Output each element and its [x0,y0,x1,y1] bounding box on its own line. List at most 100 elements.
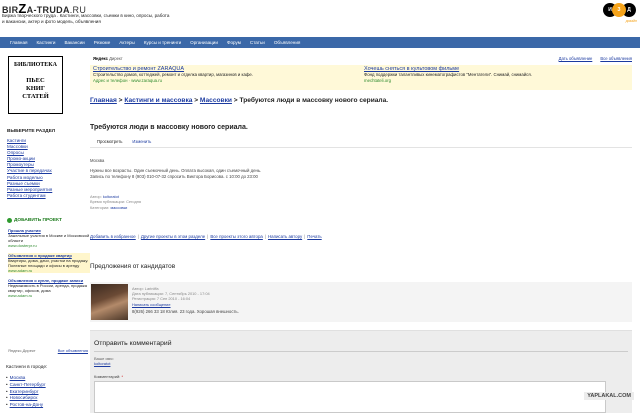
yandex-label: Яндекс Директ [93,56,123,64]
meta-author-link[interactable]: koltoratot [103,194,119,199]
tabs-divider [90,147,632,148]
main-content: Яндекс Директ Дать объявление Все объявл… [90,48,640,413]
tab-view[interactable]: Просмотреть [97,139,122,144]
yandex-text: Яндекс [93,56,108,61]
left-sidebar: БИБЛИОТЕКА ПЬЕС КНИГ СТАТЕЙ ВЫБЕРИТЕ РАЗ… [0,48,90,413]
site-header: BIRZA-TRUDA.RU Биржа творческого труда .… [0,0,640,37]
nav-item-organizations[interactable]: Организации [190,40,218,45]
sidebar-direct-row: Яндекс.Директ Все объявления [8,348,88,353]
ad-url: mechtateli.org [364,77,391,83]
breadcrumb-sep: > [192,97,200,104]
watermark: YAPLAKAL.COM [584,392,634,400]
library-line-4: СТАТЕЙ [22,93,49,100]
ad-text: Квартиры, дома, дачи, участки на продажу… [8,258,89,268]
meta-category-link[interactable]: массовки [110,205,127,210]
comment-label: Комментарий: * [94,374,123,379]
sidebar-item-students[interactable]: Работа студентам [7,193,52,199]
nav-item-actors[interactable]: Актеры [119,40,135,45]
city-link[interactable]: Екатеринбург [6,389,46,396]
nav-item-articles[interactable]: Статьи [250,40,265,45]
breadcrumb-category[interactable]: Кастинги и массовка [124,97,192,104]
main-navigation: Главная Кастинги Вакансии Резюме Актеры … [0,37,640,48]
city-list: Москва Санкт-Петербург Екатеринбург Ново… [6,375,46,409]
page-title: Требуются люди в массовку нового сериала… [90,124,248,131]
post-text-line: Запись по телефону 8 (903) 010-07-32 спр… [90,174,258,179]
add-favorite-link[interactable]: Добавить в избранное [90,234,136,239]
ad-url: www.adam.ru [8,268,33,273]
sidebar-ads: Прошла участия Зажельные участия в Москв… [8,228,90,303]
send-message-link[interactable]: Написать сообщение [132,302,210,307]
city-link[interactable]: Ростов-на-Дону [6,402,46,409]
nav-item-castings[interactable]: Кастинги [36,40,55,45]
yandex-direct-label[interactable]: Яндекс.Директ [8,348,36,353]
meta-author-label: Автор: [90,194,102,199]
comment-title: Отправить комментарий [94,340,172,347]
candidate-item: Автор: Lariniffa Дата публикации: 7, Сен… [90,282,632,322]
comment-user-link[interactable]: koltoratot [94,361,110,366]
site-tagline: Биржа творческого труда . Кастинги, масс… [2,13,170,24]
write-author-link[interactable]: Написать автору [268,234,302,239]
comment-divider [94,351,628,352]
logo-subtitle: дизайн [625,19,637,23]
nav-item-ads[interactable]: Объявления [274,40,301,45]
city-link[interactable]: Новосибирск [6,395,46,402]
other-projects-link[interactable]: Другие проекты в этом разделе [141,234,205,239]
breadcrumb: Главная > Кастинги и массовка > Массовки… [90,97,388,104]
ad-url: Адрес и телефон · www.zaraqua.ru [93,77,163,83]
breadcrumb-current: Требуются люди в массовку нового сериала… [239,97,389,104]
logo-circle-orange: З [612,3,626,17]
library-line-1: БИБЛИОТЕКА [14,62,57,68]
nav-item-home[interactable]: Главная [10,40,27,45]
candidate-text: 8(926) 266 33 18 Юлия. 23 года. Хорошая … [132,309,239,314]
ad-text: Недвижимость в России, аренда, продажа к… [8,283,87,293]
sidebar-ad[interactable]: Прошла участия Зажельные участия в Москв… [8,228,90,248]
nav-item-vacancies[interactable]: Вакансии [64,40,84,45]
post-body: Нужны все возрасты. Один съемочный день.… [90,168,390,180]
top-ads: Строительство и ремонт ZARAQUA Строитель… [90,65,632,90]
section-title: ВЫБЕРИТЕ РАЗДЕЛ [7,129,56,134]
top-ads-bar: Яндекс Директ Дать объявление Все объявл… [90,56,632,64]
ad-text: Зажельные участия в Москве и Московской … [8,233,90,243]
library-line-2: ПЬЕС [26,77,45,84]
library-banner[interactable]: БИБЛИОТЕКА ПЬЕС КНИГ СТАТЕЙ [8,56,63,114]
sidebar-ad[interactable]: Объявления о купле, продаже записи Недви… [8,278,90,298]
city-link[interactable]: Москва [6,375,46,382]
sidebar-item-events[interactable]: Разные мероприятия [7,187,52,193]
post-meta: Автор: koltoratot Время публикации: Сего… [90,194,141,210]
library-line-3: КНИГ [26,85,45,92]
breadcrumb-subcategory[interactable]: Массовки [200,97,232,104]
page-tabs: Просмотреть Изменить [97,139,151,144]
add-project-label: ДОБАВИТЬ ПРОЕКТ [14,218,62,223]
castings-city-title: Кастинги в городе: [6,365,48,370]
sidebar-ad[interactable]: Объявления о продаже квартир Квартиры, д… [8,253,90,273]
direct-text: Директ [109,56,123,61]
top-ad-right[interactable]: Хочешь сняться в культовом фильме Фонд п… [361,65,632,90]
izd-logo[interactable]: И З Д дизайн [603,1,637,25]
all-ads-top-link[interactable]: Все объявления [600,56,632,61]
candidate-info: Автор: Lariniffa Дата публикации: 7, Сен… [132,286,210,307]
ad-url: www.dosterpr.ru [8,243,37,248]
add-project-link[interactable]: ДОБАВИТЬ ПРОЕКТ [7,218,62,223]
post-actions: Добавить в избранное | Другие проекты в эт… [90,234,322,239]
comment-label-text: Комментарий: [94,374,121,379]
tab-edit[interactable]: Изменить [132,139,151,144]
give-ad-link[interactable]: Дать объявление [559,56,593,61]
meta-category-label: Категории: [90,204,110,210]
nav-item-resume[interactable]: Резюме [94,40,111,45]
nav-item-forum[interactable]: Форум [227,40,241,45]
post-city: Москва [90,158,105,163]
candidates-title: Предложения от кандидатов [90,263,176,270]
city-link[interactable]: Санкт-Петербург [6,382,46,389]
breadcrumb-home[interactable]: Главная [90,97,117,104]
top-ads-links: Дать объявление Все объявления [559,56,632,61]
comment-textarea[interactable] [94,381,606,413]
candidate-photo[interactable] [91,284,128,320]
add-icon [7,218,12,223]
sidebar-item-tv-shows[interactable]: Участие в передачах [7,168,52,174]
all-ads-link[interactable]: Все объявления [58,348,88,353]
comment-form: Отправить комментарий Ваше имя: koltorat… [90,331,632,413]
nav-item-courses[interactable]: Курсы и тренинги [144,40,181,45]
author-projects-link[interactable]: Все проекты этого автора [210,234,263,239]
top-ad-left[interactable]: Строительство и ремонт ZARAQUA Строитель… [90,65,361,90]
print-link[interactable]: Печать [307,234,321,239]
